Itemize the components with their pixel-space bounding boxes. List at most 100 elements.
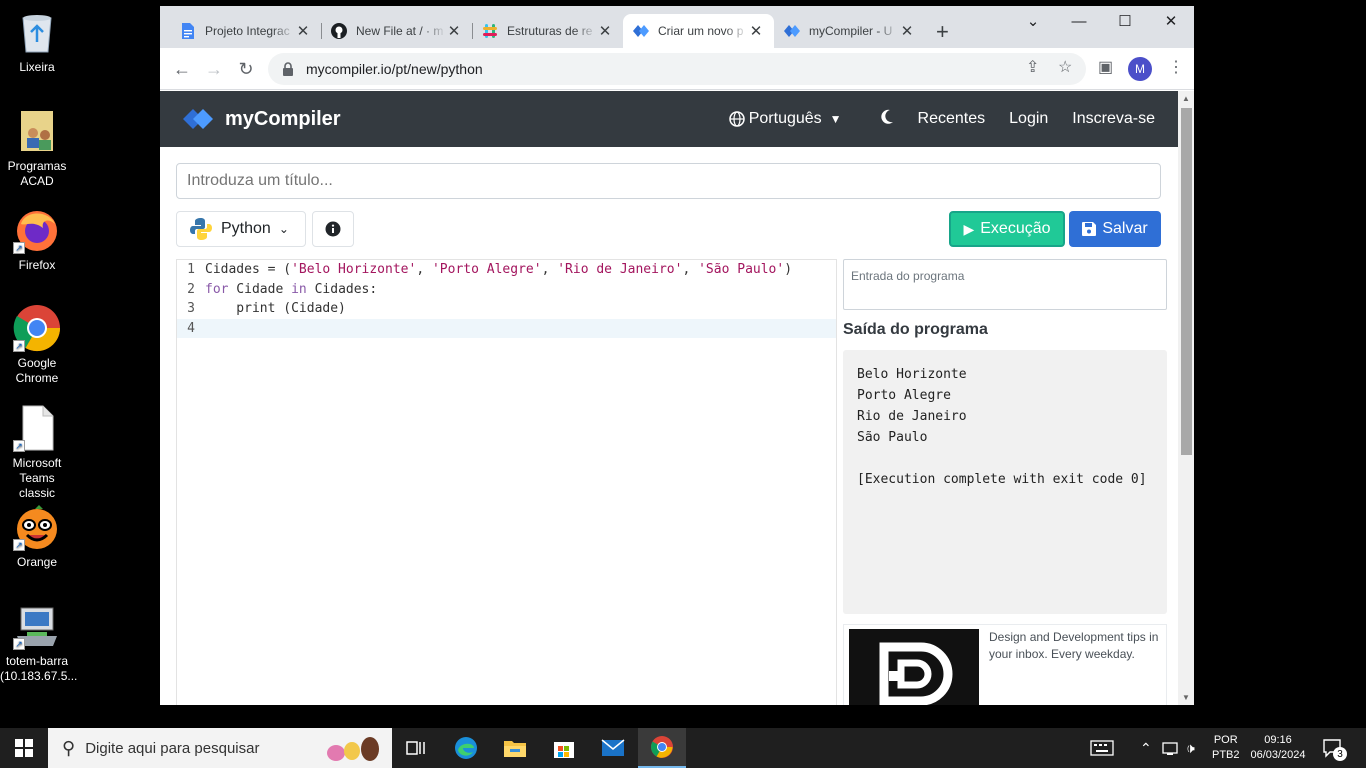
search-placeholder: Digite aqui para pesquisar [85, 739, 260, 757]
desktop-icon[interactable]: ↗ Google Chrome [0, 304, 74, 386]
site-nav: Português ▼ Recentes Login Inscreva-se [728, 109, 1155, 130]
close-tab-icon[interactable]: ✕ [748, 22, 764, 40]
code-text: print (Cidade) [201, 299, 346, 319]
code-editor[interactable]: 1 Cidades = ('Belo Horizonte', 'Porto Ale… [176, 259, 837, 705]
scroll-down-icon[interactable]: ▼ [1182, 693, 1190, 702]
scroll-up-icon[interactable]: ▲ [1182, 94, 1190, 103]
edge-icon[interactable] [442, 728, 490, 768]
task-view-icon[interactable] [392, 728, 440, 768]
code-token: Cidades = ( [205, 262, 292, 277]
new-tab-button[interactable]: + [936, 19, 949, 45]
close-tab-icon[interactable]: ✕ [295, 22, 311, 40]
tab-search-icon[interactable]: ⌄ [1010, 6, 1056, 36]
desktop-icon[interactable]: ↗ Firefox [0, 206, 74, 273]
code-token: 'Porto Alegre' [431, 262, 542, 277]
nav-recent[interactable]: Recentes [918, 110, 986, 128]
desktop-icon[interactable]: Programas ACAD [0, 107, 74, 189]
close-tab-icon[interactable]: ✕ [446, 22, 462, 40]
program-input[interactable]: Entrada do programa [843, 259, 1167, 310]
program-output: Belo Horizonte Porto Alegre Rio de Janeiro… [843, 350, 1167, 614]
tab-separator [321, 23, 322, 39]
browser-tab[interactable]: Projeto Integrac ✕ [170, 14, 321, 48]
code-line[interactable]: 3 print (Cidade) [177, 299, 836, 319]
play-icon: ▶ [963, 220, 975, 237]
side-panel-icon[interactable]: ▣ [1098, 57, 1113, 77]
address-bar[interactable]: mycompiler.io/pt/new/python [268, 53, 1086, 85]
share-icon[interactable]: ⇪ [1026, 57, 1039, 77]
output-line: Belo Horizonte [857, 367, 967, 382]
tab-label: Projeto Integrac [205, 24, 290, 38]
minimize-button[interactable]: — [1056, 6, 1102, 36]
input-language[interactable]: POR PTB2 [1212, 728, 1240, 768]
language-select-button[interactable]: Python ⌄ [176, 211, 306, 247]
menu-kebab-icon[interactable]: ⋮ [1168, 57, 1184, 77]
maximize-button[interactable]: ☐ [1102, 6, 1148, 36]
desktop-icon[interactable]: ↗ Microsoft Teams classic [0, 404, 74, 501]
page-scrollbar[interactable]: ▲ ▼ [1178, 91, 1194, 705]
profile-avatar[interactable]: M [1128, 57, 1152, 81]
output-line: São Paulo [857, 430, 928, 445]
close-tab-icon[interactable]: ✕ [899, 22, 915, 40]
file-explorer-icon[interactable] [491, 728, 539, 768]
remote-desktop-icon: ↗ [13, 602, 61, 650]
advertisement[interactable]: Design and Development tips in your inbo… [843, 624, 1167, 705]
taskbar: ⚲ Digite aqui para pesquisar ⌃ 🕩 POR PTB… [0, 728, 1366, 768]
tab-separator [472, 23, 473, 39]
close-window-button[interactable]: ✕ [1148, 6, 1194, 36]
browser-tab[interactable]: myCompiler - U ✕ [774, 14, 925, 48]
save-button-label: Salvar [1102, 220, 1148, 237]
mail-icon[interactable] [589, 728, 637, 768]
save-button[interactable]: Salvar [1069, 211, 1161, 247]
reload-icon[interactable]: ↻ [234, 57, 258, 81]
network-icon[interactable] [1162, 728, 1180, 768]
start-button[interactable] [0, 728, 48, 768]
code-line[interactable]: 1 Cidades = ('Belo Horizonte', 'Porto Ale… [177, 260, 836, 280]
brand[interactable]: myCompiler [183, 107, 341, 131]
scrollbar-thumb[interactable] [1181, 108, 1192, 455]
desktop-icon[interactable]: ↗ Orange [0, 503, 74, 570]
browser-tab[interactable]: Criar um novo p ✕ [623, 14, 774, 48]
bookmark-star-icon[interactable]: ☆ [1058, 57, 1072, 77]
code-line[interactable]: 2 for Cidade in Cidades: [177, 280, 836, 300]
tab-label: Estruturas de re [507, 24, 593, 38]
desktop-icon[interactable]: Lixeira [0, 8, 74, 75]
firefox-icon: ↗ [13, 206, 61, 254]
easter-eggs-icon [324, 733, 384, 763]
code-token: Cidades: [306, 281, 378, 297]
dark-mode-toggle[interactable] [880, 109, 894, 130]
chrome-taskbar-icon[interactable] [638, 728, 686, 768]
users-folder-icon [13, 107, 61, 155]
brand-name: myCompiler [225, 107, 341, 130]
close-tab-icon[interactable]: ✕ [597, 22, 613, 40]
desktop-icon[interactable]: ↗ totem-barra (10.183.67.5... [0, 602, 77, 684]
desktop-icon-label: Firefox [18, 258, 56, 272]
back-icon[interactable]: ← [170, 57, 194, 81]
info-icon [325, 221, 341, 237]
notifications-button[interactable]: 3 [1322, 728, 1347, 768]
lang-top: POR [1213, 734, 1238, 746]
shortcut-arrow-icon: ↗ [13, 340, 25, 352]
language-menu[interactable]: Português ▼ [728, 110, 842, 128]
browser-tab[interactable]: New File at / · m ✕ [321, 14, 472, 48]
code-token: 'São Paulo' [698, 262, 785, 277]
recycle-bin-icon [13, 8, 61, 56]
store-icon[interactable] [540, 728, 588, 768]
browser-tab[interactable]: Estruturas de re ✕ [472, 14, 623, 48]
nav-signup[interactable]: Inscreva-se [1072, 110, 1155, 128]
taskbar-search[interactable]: ⚲ Digite aqui para pesquisar [48, 728, 392, 768]
info-button[interactable] [312, 211, 354, 247]
keyboard-icon[interactable] [1090, 728, 1114, 768]
clock-date: 06/03/2024 [1250, 749, 1306, 761]
clock[interactable]: 09:16 06/03/2024 [1248, 728, 1308, 768]
code-line[interactable]: 4 [177, 318, 836, 339]
nav-login[interactable]: Login [1009, 110, 1048, 128]
run-button[interactable]: ▶ Execução [949, 211, 1065, 247]
page-viewport: myCompiler Português ▼ Recentes Login In… [160, 91, 1178, 705]
volume-icon[interactable]: 🕩 [1186, 728, 1195, 768]
github-icon [331, 23, 347, 39]
tray-chevron-up-icon[interactable]: ⌃ [1140, 728, 1152, 768]
title-input[interactable] [176, 163, 1161, 199]
forward-icon[interactable]: → [202, 57, 226, 81]
site-header: myCompiler Português ▼ Recentes Login In… [160, 91, 1178, 147]
